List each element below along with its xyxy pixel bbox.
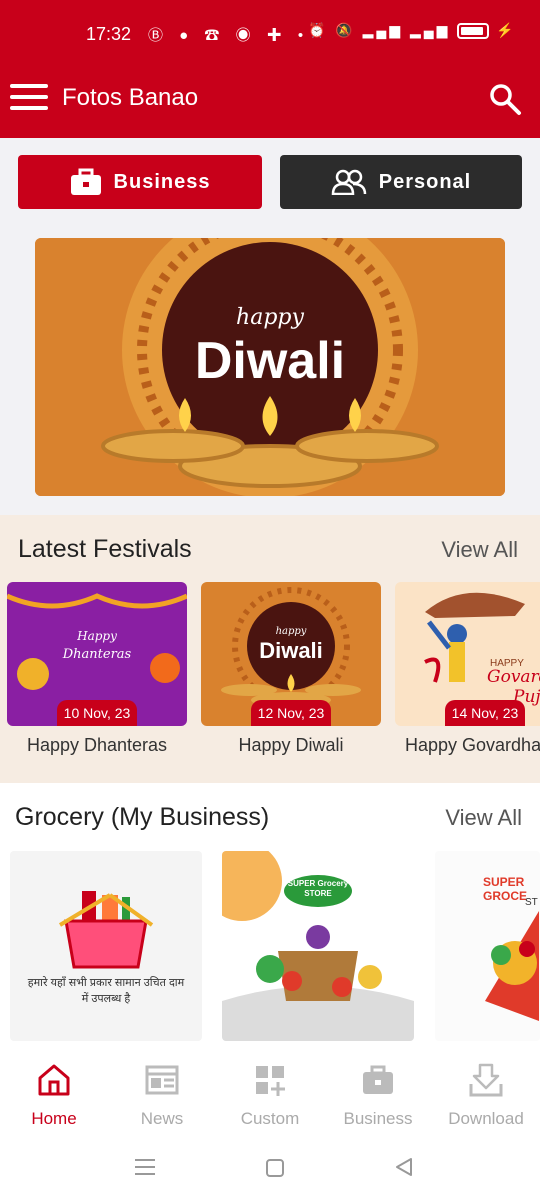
status-time: 17:32 [86, 24, 132, 44]
tab-business[interactable]: Business [18, 155, 262, 209]
latest-festivals-section: Latest Festivals View All Happy Dhantera… [0, 515, 540, 783]
festival-card-dhanteras[interactable]: Happy Dhanteras 10 Nov, 23 [7, 582, 187, 726]
festival-date-badge: 12 Nov, 23 [251, 700, 331, 726]
nav-download-label: Download [448, 1109, 524, 1128]
tab-personal[interactable]: Personal [280, 155, 522, 209]
nav-business[interactable]: Business [324, 1062, 432, 1129]
nav-business-label: Business [343, 1109, 413, 1128]
recents-menu-icon[interactable] [135, 1158, 155, 1176]
battery-icon [457, 23, 490, 40]
grocery-card-caption: हमारे यहाँ सभी प्रकार सामान उचित दाम में… [27, 977, 185, 1005]
status-bar: 17:32 Ⓑ ● ☎ ◉ ✚ • ⏰ 🔕 ▂▄▆ ▂▄▆ ⚡ [0, 0, 540, 72]
nav-news[interactable]: News [108, 1062, 216, 1129]
festival-card-diwali[interactable]: happy Diwali 12 Nov, 23 [201, 582, 381, 726]
tab-business-label: Business [113, 170, 211, 193]
notification-icons: Ⓑ ● ☎ ◉ ✚ • [148, 27, 310, 44]
home-icon [38, 1064, 70, 1096]
bottom-navigation: Home News Custom Business Download [0, 1050, 540, 1140]
festival-card-label: Happy Dhanteras [26, 735, 168, 755]
latest-festivals-title: Latest Festivals [18, 535, 192, 563]
home-square-icon[interactable] [265, 1158, 285, 1178]
nav-home-label: Home [31, 1109, 77, 1128]
nav-custom[interactable]: Custom [216, 1062, 324, 1129]
nav-download[interactable]: Download [432, 1062, 540, 1129]
svg-text:Govardh: Govardh [487, 667, 540, 687]
nav-custom-label: Custom [240, 1109, 300, 1128]
grocery-title: Grocery (My Business) [15, 803, 270, 831]
back-triangle-icon[interactable] [394, 1157, 414, 1177]
svg-text:happy: happy [236, 305, 304, 330]
hero-banner[interactable]: happy Diwali [35, 238, 505, 496]
briefcase-icon [363, 1065, 393, 1094]
svg-text:Diwali: Diwali [259, 638, 323, 663]
festival-card-label: Happy Govardhan [405, 735, 540, 755]
grocery-view-all-link[interactable]: View All [445, 805, 522, 831]
grocery-basket-artwork [58, 891, 154, 969]
diwali-artwork: happy Diwali [35, 238, 505, 496]
grocery-card-super-groce[interactable]: SUPER GROCE ST [435, 851, 540, 1041]
super-grocery-badge: SUPER Grocery STORE [287, 879, 349, 898]
grocery-card-basket[interactable]: हमारे यहाँ सभी प्रकार सामान उचित दाम में… [10, 851, 202, 1041]
custom-icon [256, 1066, 285, 1096]
festival-card-label: Happy Diwali [238, 735, 344, 755]
news-icon [145, 1065, 179, 1095]
festival-date-badge: 14 Nov, 23 [445, 700, 525, 726]
briefcase-icon [70, 168, 101, 195]
nav-home[interactable]: Home [0, 1062, 108, 1129]
festival-card-govardhan[interactable]: HAPPY Govardh Puja 14 Nov, 23 [395, 582, 540, 726]
grocery-card-super-store[interactable]: SUPER Grocery STORE [222, 851, 414, 1041]
svg-text:Happy: Happy [76, 629, 117, 643]
festival-date-badge: 10 Nov, 23 [57, 700, 137, 726]
app-bar: Fotos Banao [0, 72, 540, 138]
menu-icon[interactable] [10, 84, 48, 114]
latest-view-all-link[interactable]: View All [441, 537, 518, 563]
search-icon[interactable] [488, 82, 522, 116]
system-navigation-bar [0, 1140, 540, 1200]
system-status-icons: ⏰ 🔕 ▂▄▆ ▂▄▆ ⚡ [308, 22, 517, 40]
people-icon [331, 169, 366, 195]
svg-text:Dhanteras: Dhanteras [62, 647, 132, 662]
download-icon [469, 1063, 503, 1097]
nav-news-label: News [140, 1109, 184, 1128]
grocery-section: Grocery (My Business) View All हमारे यहा… [0, 783, 540, 1050]
svg-text:Diwali: Diwali [195, 332, 345, 390]
app-title: Fotos Banao [62, 84, 199, 111]
super-groce-sub-text: ST [525, 897, 538, 908]
tab-personal-label: Personal [378, 170, 472, 193]
svg-text:happy: happy [276, 626, 307, 637]
